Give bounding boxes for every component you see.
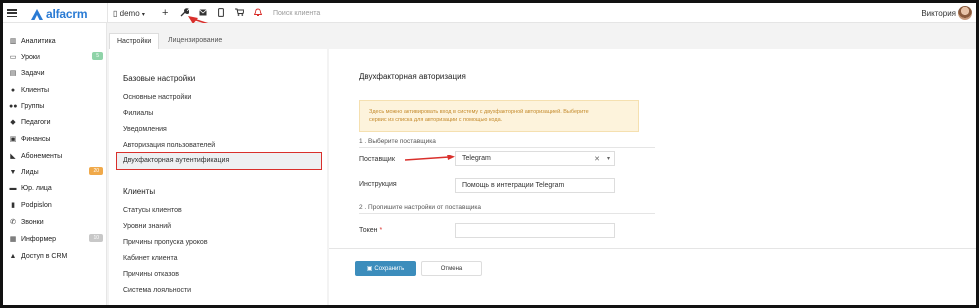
briefcase-icon: ▬ [9,184,17,192]
settings-menu: Базовые настройки Основные настройки Фил… [109,49,327,305]
users-icon: ●● [9,102,18,110]
token-label: Токен * [359,227,382,234]
provider-select[interactable]: Telegram ✕ ▾ [455,151,615,166]
tab-settings[interactable]: Настройки [109,33,160,49]
tag-icon: ◣ [10,153,16,160]
sidebar-item-label: Задачи [21,69,45,77]
sidebar-item-label: Финансы [21,135,51,143]
main-area: Настройки Лицензирование Базовые настрой… [107,23,976,305]
annotation-box [116,152,322,170]
step1-label: 1 . Выберите поставщика [359,138,436,145]
sidebar-item-informer[interactable]: ▦ Информер 10 [9,233,103,245]
menu-item-client-cabinet[interactable]: Кабинет клиента [123,255,177,262]
sidebar-item-teachers[interactable]: ◆ Педагоги [9,116,103,128]
save-button[interactable]: ▣ Сохранить [355,261,416,276]
lock-icon: ▲ [9,252,17,260]
sidebar-item-label: Юр. лица [21,184,52,192]
user-icon: ● [10,86,16,94]
sidebar-item-subscriptions[interactable]: ◣ Абонементы [9,150,103,162]
sidebar-item-label: Доступ в CRM [21,252,68,260]
lessons-badge: 5 [92,52,103,60]
sidebar-item-clients[interactable]: ● Клиенты [9,84,103,96]
menu-item-loyalty[interactable]: Система лояльности [123,287,191,294]
funnel-icon: ▼ [9,168,17,176]
sidebar-item-label: Аналитика [21,37,56,45]
leads-badge: 20 [89,167,103,175]
sidebar-item-label: Информер [21,235,57,243]
sidebar-item-calls[interactable]: ✆ Звонки [9,216,103,228]
doc-icon: ▮ [11,202,15,209]
required-mark: * [379,227,383,234]
menu-item-main-settings[interactable]: Основные настройки [123,94,191,101]
sidebar-item-tasks[interactable]: ▤ Задачи [9,67,103,79]
token-input[interactable] [455,223,615,238]
sidebar-item-label: Podpislon [21,201,52,209]
step2-label: 2 . Пропишите настройки от поставщика [359,204,482,211]
graduation-icon: ◆ [10,119,16,126]
sidebar-item-label: Группы [21,102,45,110]
base-settings-title: Базовые настройки [123,74,196,83]
sidebar-item-finance[interactable]: ▣ Финансы [9,133,103,145]
sidebar-item-access[interactable]: ▲ Доступ в CRM [9,250,103,262]
sidebar: ▥ Аналитика ▭ Уроки 5 ▤ Задачи ● Клиенты… [3,23,107,305]
annotation-arrow-provider [405,155,455,161]
sidebar-item-legal[interactable]: ▬ Юр. лица [9,182,103,194]
info-alert: Здесь можно активировать вход в систему … [359,100,639,132]
menu-item-branches[interactable]: Филиалы [123,110,153,117]
sidebar-item-lessons[interactable]: ▭ Уроки 5 [9,51,103,63]
sidebar-item-leads[interactable]: ▼ Лиды 20 [9,166,103,178]
menu-item-refusal-reasons[interactable]: Причины отказов [123,271,179,278]
alert-text-line2: сервис из списка для авторизации с помощ… [369,117,503,123]
clear-icon[interactable]: ✕ [594,155,600,163]
menu-item-knowledge-levels[interactable]: Уровни знаний [123,223,171,230]
token-label-text: Токен [359,227,378,234]
divider [329,248,976,249]
chevron-down-icon[interactable]: ▾ [607,155,610,162]
phone-icon: ✆ [10,219,16,226]
informer-badge: 10 [89,234,103,242]
chart-icon: ▥ [9,38,17,45]
menu-item-notifications[interactable]: Уведомления [123,126,167,133]
two-factor-panel: Двухфакторная авторизация Здесь можно ак… [329,49,976,305]
sidebar-item-label: Клиенты [21,86,50,94]
sidebar-item-label: Лиды [21,168,39,176]
menu-item-user-auth[interactable]: Авторизация пользователей [123,142,215,149]
calendar-icon: ▭ [9,54,17,61]
sidebar-item-label: Педагоги [21,118,51,126]
divider [359,213,655,214]
sidebar-item-label: Абонементы [21,152,63,160]
divider [359,147,655,148]
instruction-label: Инструкция [359,181,397,188]
tab-licensing[interactable]: Лицензирование [161,33,229,49]
money-icon: ▣ [9,136,17,143]
sidebar-item-label: Звонки [21,218,44,226]
inbox-icon: ▦ [9,236,17,243]
sidebar-item-groups[interactable]: ●● Группы [9,100,103,112]
save-button-label: Сохранить [374,265,405,272]
tasks-icon: ▤ [9,70,17,77]
form-title: Двухфакторная авторизация [359,72,466,81]
sidebar-item-label: Уроки [21,53,40,61]
provider-value: Telegram [462,155,491,162]
menu-item-absence-reasons[interactable]: Причины пропуска уроков [123,239,208,246]
alert-text-line1: Здесь можно активировать вход в систему … [369,109,589,115]
cancel-button[interactable]: Отмена [421,261,482,276]
tabs: Настройки Лицензирование [107,33,976,49]
provider-label: Поставщик [359,156,395,163]
clients-title: Клиенты [123,187,156,196]
save-icon: ▣ [366,266,373,272]
menu-item-client-statuses[interactable]: Статусы клиентов [123,207,182,214]
sidebar-item-podpislon[interactable]: ▮ Podpislon [9,199,103,211]
instruction-link[interactable]: Помощь в интеграции Telegram [455,178,615,193]
sidebar-item-analytics[interactable]: ▥ Аналитика [9,35,103,47]
